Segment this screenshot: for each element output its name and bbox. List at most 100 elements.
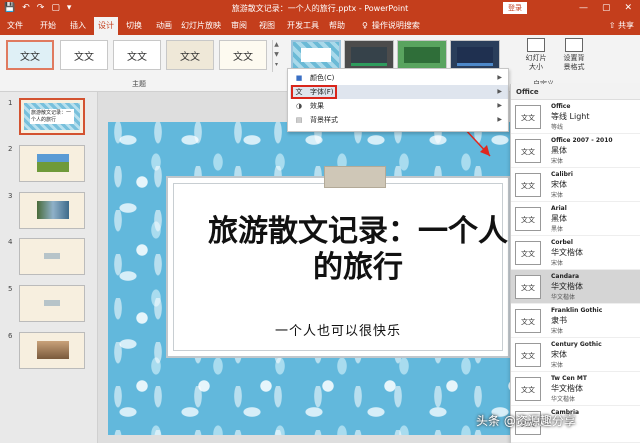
variant-thumb[interactable] (344, 40, 394, 70)
slide-title-line-1: 旅游散文记录：一个人 (208, 214, 508, 249)
menu-item-label: 颜色(C) (310, 74, 335, 82)
menu-item-colors[interactable]: ■ 颜色(C) ▶ (290, 71, 508, 85)
heading-font: 黑体 (551, 214, 567, 223)
slide-editor: 旅游散文记录：一个人 的旅行 一个人也可以很快乐 (98, 92, 512, 443)
tell-me-search[interactable]: ♀ 操作说明搜索 (362, 17, 420, 35)
theme-thumb[interactable]: 文文 (166, 40, 214, 70)
slide-number: 6 (8, 332, 13, 340)
slide-title[interactable]: 旅游散文记录：一个人 的旅行 (168, 214, 548, 286)
body-font: 宋体 (551, 260, 564, 267)
body-font: 华文楷体 (551, 294, 576, 301)
variant-thumb[interactable] (397, 40, 447, 70)
tab-help[interactable]: 帮助 (326, 17, 348, 35)
variant-thumb[interactable] (291, 40, 341, 70)
theme-gallery-scroll[interactable]: ▲ ▼ ▾ (272, 40, 280, 72)
slide-thumbnail-1[interactable]: 旅游散文记录：一个人的旅行 (19, 98, 85, 135)
tab-transitions[interactable]: 切换 (122, 17, 146, 35)
font-preview-icon: 文文 (515, 377, 541, 401)
slide-number: 4 (8, 238, 13, 246)
theme-thumb[interactable]: 文文 (219, 40, 267, 70)
share-icon: ⇧ (608, 21, 618, 30)
slide-size-button[interactable]: 幻灯片 大小 (517, 38, 555, 72)
menu-item-fonts[interactable]: 文 字体(F) ▶ (290, 85, 508, 99)
watermark: 头条 @资源趣分享 (476, 414, 576, 428)
heading-font: 华文楷体 (551, 248, 583, 257)
slide-thumbnail-2[interactable] (19, 145, 85, 182)
submenu-arrow-icon: ▶ (497, 116, 502, 123)
font-option[interactable]: 文文 Franklin Gothic 隶书 宋体 (511, 304, 640, 338)
slide-thumbnail-6[interactable] (19, 332, 85, 369)
tab-animations[interactable]: 动画 (152, 17, 176, 35)
maximize-icon[interactable]: ▢ (602, 1, 611, 15)
minimize-icon[interactable]: — (579, 1, 588, 15)
tab-home[interactable]: 开始 (36, 17, 60, 35)
submenu-arrow-icon: ▶ (497, 102, 502, 109)
login-button[interactable]: 登录 (503, 2, 527, 14)
title-bar: 💾 ↶ ↷ ▢ ▾ 旅游散文记录：一个人的旅行.pptx - PowerPoin… (0, 0, 640, 17)
font-option[interactable]: 文文 Calibri 宋体 宋体 (511, 168, 640, 202)
slide-thumbnail-3[interactable] (19, 192, 85, 229)
font-name: Office 2007 - 2010 (551, 137, 613, 144)
theme-thumb[interactable]: 文文 (60, 40, 108, 70)
close-icon[interactable]: ✕ (624, 1, 632, 15)
tab-file[interactable]: 文件 (4, 17, 26, 35)
font-option[interactable]: 文文 Corbel 华文楷体 宋体 (511, 236, 640, 270)
font-option[interactable]: 文文 Arial 黑体 黑体 (511, 202, 640, 236)
font-option[interactable]: 文文 Office 等线 Light 等线 (511, 100, 640, 134)
submenu-arrow-icon: ▶ (497, 88, 502, 95)
background-styles-icon: ▤ (295, 116, 303, 124)
format-background-button[interactable]: 设置背 景格式 (555, 38, 593, 72)
tab-view[interactable]: 视图 (256, 17, 278, 35)
theme-thumb[interactable]: 文文 (6, 40, 54, 70)
lightbulb-icon: ♀ (362, 21, 368, 30)
body-font: 宋体 (551, 158, 564, 165)
font-name: Corbel (551, 239, 573, 246)
variants-menu: ■ 颜色(C) ▶ 文 字体(F) ▶ ◑ 效果 ▶ ▤ 背景样式 ▶ (287, 68, 509, 132)
tab-developer[interactable]: 开发工具 (286, 17, 320, 35)
body-font: 黑体 (551, 226, 564, 233)
tab-design[interactable]: 设计 (94, 17, 118, 35)
slide-thumbnail-5[interactable] (19, 285, 85, 322)
tab-insert[interactable]: 插入 (66, 17, 90, 35)
slide-subtitle[interactable]: 一个人也可以很快乐 (168, 320, 508, 339)
menu-item-effects[interactable]: ◑ 效果 ▶ (290, 99, 508, 113)
thumbnail-photo (37, 154, 69, 172)
effects-icon: ◑ (295, 102, 303, 110)
fonts-icon: 文 (295, 88, 303, 96)
menu-item-background-styles[interactable]: ▤ 背景样式 ▶ (290, 113, 508, 127)
font-option[interactable]: 文文 Office 2007 - 2010 黑体 宋体 (511, 134, 640, 168)
tell-me-label: 操作说明搜索 (371, 21, 420, 30)
submenu-arrow-icon: ▶ (497, 74, 502, 81)
font-preview-icon: 文文 (515, 173, 541, 197)
font-preview-icon: 文文 (515, 241, 541, 265)
share-label: 共享 (618, 21, 634, 30)
tab-review[interactable]: 审阅 (228, 17, 250, 35)
font-preview-icon: 文文 (515, 309, 541, 333)
themes-group-label: 主题 (132, 80, 146, 88)
window-title: 旅游散文记录：一个人的旅行.pptx - PowerPoint (231, 4, 409, 13)
format-background-label: 设置背 景格式 (563, 54, 585, 71)
thumbnail-photo (44, 253, 60, 259)
tab-slideshow[interactable]: 幻灯片放映 (180, 17, 222, 35)
variant-thumb[interactable] (450, 40, 500, 70)
font-name: Office (551, 103, 571, 110)
menu-item-label: 效果 (310, 102, 324, 110)
font-option[interactable]: 文文 Century Gothic 宋体 宋体 (511, 338, 640, 372)
body-font: 宋体 (551, 328, 564, 335)
font-name: Tw Cen MT (551, 375, 587, 382)
font-option-hovered[interactable]: 文文 Candara 华文楷体 华文楷体 (511, 270, 640, 304)
body-font: 宋体 (551, 362, 564, 369)
window-controls: — ▢ ✕ (579, 1, 638, 15)
title-placeholder[interactable]: 旅游散文记录：一个人 的旅行 一个人也可以很快乐 (166, 176, 510, 358)
heading-font: 等线 Light (551, 112, 590, 121)
font-option[interactable]: 文文 Tw Cen MT 华文楷体 华文楷体 (511, 372, 640, 406)
share-button[interactable]: ⇧ 共享 (609, 17, 634, 35)
slide-number: 1 (8, 99, 13, 107)
heading-font: 宋体 (551, 350, 567, 359)
slide-thumbnail-4[interactable] (19, 238, 85, 275)
font-preview-icon: 文文 (515, 139, 541, 163)
current-slide[interactable]: 旅游散文记录：一个人 的旅行 一个人也可以很快乐 (108, 122, 510, 435)
ribbon-tabs: 文件 开始 插入 设计 切换 动画 幻灯片放映 审阅 视图 开发工具 帮助 ♀ … (0, 17, 640, 35)
theme-thumb[interactable]: 文文 (113, 40, 161, 70)
font-name: Arial (551, 205, 567, 212)
